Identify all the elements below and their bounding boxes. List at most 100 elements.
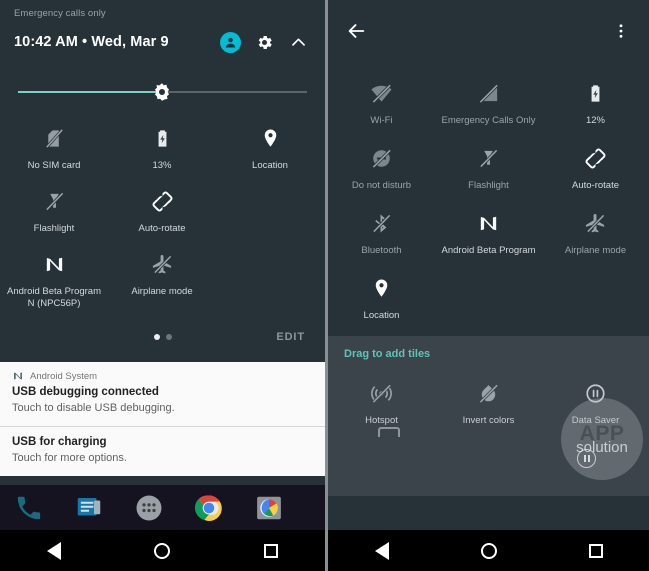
tile-label: Flashlight [468, 180, 509, 191]
tile-spacer [542, 257, 649, 322]
edit-mode-header [328, 0, 649, 62]
tile-label: Data Saver [571, 415, 620, 426]
tile-data-saver[interactable]: Data Saver [542, 364, 649, 427]
settings-gear-icon [258, 35, 272, 49]
app-drawer-icon[interactable] [132, 491, 166, 525]
navigation-bar [0, 530, 325, 571]
tile-label: Airplane mode [564, 245, 627, 256]
tile-invert-colors[interactable]: Invert colors [435, 364, 542, 427]
user-avatar-icon [219, 31, 241, 53]
brightness-thumb[interactable] [152, 82, 172, 102]
nav-back-button[interactable] [32, 530, 76, 571]
phone-icon[interactable] [12, 491, 46, 525]
tile-auto-rotate[interactable]: Auto-rotate [542, 127, 649, 192]
brightness-fill [18, 91, 165, 93]
clock-date-text: 10:42 AM • Wed, Mar 9 [14, 34, 169, 50]
tile-label: 13% [152, 160, 172, 171]
tile-label: Do not disturb [351, 180, 412, 191]
user-avatar-button[interactable] [215, 27, 245, 57]
overflow-menu-icon [619, 24, 623, 38]
chrome-icon[interactable] [192, 491, 226, 525]
nav-recents-button[interactable] [574, 530, 618, 571]
notification-usb-debugging[interactable]: Android System USB debugging connected T… [0, 362, 325, 426]
quick-settings-footer: EDIT [0, 320, 325, 354]
tile-emergency-calls-only[interactable]: Emergency Calls Only [435, 62, 542, 127]
nav-back-button[interactable] [360, 530, 404, 571]
tile-label: Emergency Calls Only [441, 115, 536, 126]
overflow-menu-button[interactable] [607, 17, 635, 45]
nav-home-icon [480, 542, 497, 559]
quick-settings-edit-panel: Wi-Fi Emergency Calls Only 12% Do not di… [328, 0, 649, 571]
tile-battery[interactable]: 12% [542, 62, 649, 127]
nav-home-button[interactable] [140, 530, 184, 571]
do-not-disturb-off-icon [370, 145, 393, 171]
notification-shade: Android System USB debugging connected T… [0, 362, 325, 476]
notification-body: Touch to disable USB debugging. [12, 402, 175, 414]
tile-label: 12% [585, 115, 605, 126]
tile-row: Hotspot Invert colors Data Saver [328, 364, 649, 427]
brightness-slider[interactable] [0, 57, 325, 103]
tile-do-not-disturb[interactable]: Do not disturb [328, 127, 435, 192]
tile-hotspot[interactable]: Hotspot [328, 364, 435, 427]
auto-rotate-icon [584, 145, 607, 171]
tile-row: No SIM card 13% Location [0, 109, 325, 172]
back-arrow-button[interactable] [342, 17, 370, 45]
quick-settings-tile-grid: No SIM card 13% Location Flashlight Auto… [0, 103, 325, 310]
nav-home-button[interactable] [467, 530, 511, 571]
nav-recents-icon [588, 543, 603, 558]
tile-bluetooth[interactable]: Bluetooth [328, 192, 435, 257]
tile-label: Hotspot [365, 415, 398, 426]
drag-to-add-tiles-section: Drag to add tiles Hotspot Invert colors … [328, 336, 649, 496]
page-dot[interactable] [165, 334, 172, 340]
nav-back-icon [47, 541, 62, 560]
status-header: 10:42 AM • Wed, Mar 9 [0, 19, 325, 57]
partial-tile-cutoff[interactable] [328, 427, 649, 445]
tile-spacer [216, 172, 324, 235]
quick-settings-panel: Emergency calls only 10:42 AM • Wed, Mar… [0, 0, 325, 571]
photos-camera-icon[interactable] [252, 491, 286, 525]
back-arrow-icon [348, 24, 365, 38]
nav-back-icon [374, 541, 389, 560]
tile-row: Wi-Fi Emergency Calls Only 12% [328, 62, 649, 127]
messages-icon[interactable] [72, 491, 106, 525]
airplane-mode-off-icon [151, 251, 174, 277]
nav-recents-button[interactable] [249, 530, 293, 571]
tile-battery[interactable]: 13% [108, 109, 216, 172]
drag-to-add-tiles-header: Drag to add tiles [344, 348, 431, 360]
location-pin-icon [370, 275, 393, 301]
tile-flashlight[interactable]: Flashlight [435, 127, 542, 192]
tile-no-sim-card[interactable]: No SIM card [0, 109, 108, 172]
tile-android-beta-program[interactable]: Android Beta Program [435, 192, 542, 257]
tile-location[interactable]: Location [328, 257, 435, 322]
tile-airplane-mode[interactable]: Airplane mode [542, 192, 649, 257]
tile-wifi[interactable]: Wi-Fi [328, 62, 435, 127]
android-n-icon [12, 370, 24, 382]
carrier-status-text: Emergency calls only [14, 8, 106, 19]
page-indicator [0, 334, 325, 340]
tile-label: Location [252, 160, 288, 171]
hotspot-off-icon [370, 380, 393, 406]
invert-colors-off-icon [477, 380, 500, 406]
collapse-chevron-up-icon [291, 38, 305, 46]
tile-flashlight[interactable]: Flashlight [0, 172, 108, 235]
nav-home-icon [154, 542, 171, 559]
bluetooth-off-icon [370, 210, 393, 236]
notification-usb-charging[interactable]: USB for charging Touch for more options. [0, 426, 325, 476]
tile-sublabel: N (NPC56P) [27, 298, 81, 309]
tile-label: Location [363, 310, 400, 321]
collapse-button[interactable] [283, 27, 313, 57]
notification-app-row: Android System [12, 370, 313, 382]
notification-app-name: Android System [30, 370, 98, 382]
tile-row: Do not disturb Flashlight Auto-rotate [328, 127, 649, 192]
tile-location[interactable]: Location [216, 109, 324, 172]
tile-airplane-mode[interactable]: Airplane mode [108, 235, 216, 310]
tile-row: Flashlight Auto-rotate [0, 172, 325, 235]
page-dot-active[interactable] [153, 334, 160, 340]
android-beta-n-icon [43, 251, 66, 277]
signal-off-icon [477, 80, 500, 106]
battery-charging-icon [584, 80, 607, 106]
tile-android-beta-program[interactable]: Android Beta Program N (NPC56P) [0, 235, 108, 310]
settings-gear-button[interactable] [249, 27, 279, 57]
tile-label: Auto-rotate [138, 223, 186, 234]
tile-auto-rotate[interactable]: Auto-rotate [108, 172, 216, 235]
